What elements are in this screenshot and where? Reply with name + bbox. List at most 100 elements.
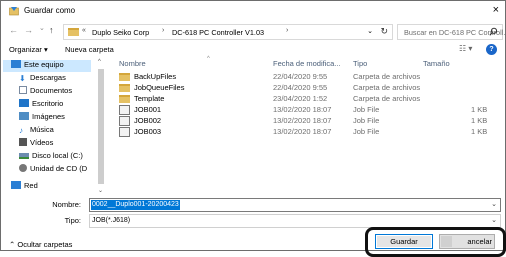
file-name: JOB001 <box>134 105 162 114</box>
file-name: JOB003 <box>134 127 162 136</box>
sidebar-item-descargas[interactable]: ⬇ Descargas <box>19 73 66 85</box>
filetype-value: JOB(*.J618) <box>92 217 131 224</box>
file-size: 1 KB <box>471 105 488 114</box>
file-type: Job File <box>353 116 380 125</box>
computer-icon <box>11 60 21 68</box>
up-arrow-icon[interactable]: ↑ <box>49 25 54 35</box>
file-row-backupfiles[interactable]: BackUpFiles 22/04/2020 9:55 Carpeta de a… <box>107 72 505 83</box>
videos-icon <box>19 138 27 146</box>
network-icon <box>11 181 21 189</box>
column-header-size[interactable]: Tamaño <box>423 59 450 71</box>
sidebar-item-label: Documentos <box>30 86 73 95</box>
filename-dropdown-icon[interactable]: ⌄ <box>491 200 497 208</box>
breadcrumb-overflow[interactable]: « <box>82 27 86 34</box>
file-type: Job File <box>353 127 380 136</box>
breadcrumb-separator: › <box>162 27 165 34</box>
filename-input[interactable]: 0002__Duplo001-20200423 ⌄ <box>89 198 501 212</box>
filetype-dropdown-icon[interactable]: ⌄ <box>491 216 497 224</box>
folder-icon <box>119 73 130 81</box>
music-icon: ♪ <box>19 126 23 135</box>
sidebar-item-videos[interactable]: Vídeos <box>19 138 53 150</box>
column-header-name[interactable]: Nombre <box>119 59 146 71</box>
column-header-type[interactable]: Tipo <box>353 59 367 71</box>
sidebar-item-unidad-cd[interactable]: Unidad de CD (D <box>19 164 87 176</box>
command-bar: Organizar ▾ Nueva carpeta ☷ ▾ ? <box>1 43 505 58</box>
file-date: 22/04/2020 9:55 <box>273 83 328 92</box>
sidebar-item-label: Unidad de CD (D <box>30 164 88 173</box>
filetype-select[interactable]: JOB(*.J618) ⌄ <box>89 214 501 228</box>
help-icon[interactable]: ? <box>486 44 497 55</box>
file-row-job003[interactable]: JOB003 13/02/2020 18:07 Job File 1 KB <box>107 127 505 138</box>
pictures-icon <box>19 112 29 120</box>
sidebar-item-label: Este equipo <box>24 60 64 69</box>
desktop-icon <box>19 99 29 107</box>
file-name: JOB002 <box>134 116 162 125</box>
file-type: Carpeta de archivos <box>353 72 421 81</box>
scroll-up-icon[interactable]: ^ <box>98 59 101 65</box>
filename-label: Nombre: <box>52 200 81 209</box>
job-file-icon <box>119 105 130 115</box>
file-type: Carpeta de archivos <box>353 83 421 92</box>
refresh-icon[interactable]: ↻ <box>380 26 388 37</box>
breadcrumb-separator: › <box>286 27 289 34</box>
recent-locations-chevron-icon[interactable]: ⌄ <box>39 24 45 32</box>
file-row-job001[interactable]: JOB001 13/02/2020 18:07 Job File 1 KB <box>107 105 505 116</box>
filename-selected-text: 0002__Duplo001-20200423 <box>91 200 180 210</box>
file-row-job002[interactable]: JOB002 13/02/2020 18:07 Job File 1 KB <box>107 116 505 127</box>
sidebar-item-red[interactable]: Red <box>11 181 38 193</box>
folder-icon <box>119 84 130 92</box>
address-dropdown-icon[interactable]: ⌄ <box>367 27 373 35</box>
column-header-date[interactable]: Fecha de modifica... <box>273 59 341 71</box>
job-file-icon <box>119 127 130 137</box>
title-bar: Guardar como × <box>1 1 505 21</box>
folder-icon <box>68 28 79 36</box>
address-bar[interactable]: « Duplo Seiko Corp › DC-618 PC Controlle… <box>63 24 393 40</box>
file-row-template[interactable]: Template 23/04/2020 1:52 Carpeta de arch… <box>107 94 505 105</box>
breadcrumb-dc618[interactable]: DC-618 PC Controller V1.03 <box>172 28 264 37</box>
scroll-down-icon[interactable]: ⌄ <box>98 187 103 194</box>
sidebar-item-disco-local[interactable]: Disco local (C:) <box>19 151 83 163</box>
folder-icon <box>119 95 130 103</box>
file-name: JobQueueFiles <box>134 83 185 92</box>
sidebar-item-escritorio[interactable]: Escritorio <box>19 99 63 111</box>
sidebar-item-label: Descargas <box>30 73 66 82</box>
file-date: 23/04/2020 1:52 <box>273 94 328 103</box>
file-date: 13/02/2020 18:07 <box>273 116 332 125</box>
search-icon[interactable] <box>489 27 498 36</box>
sidebar-item-label: Red <box>24 181 38 190</box>
view-options-button[interactable]: ☷ ▾ <box>459 44 472 53</box>
breadcrumb-duplo-seiko[interactable]: Duplo Seiko Corp <box>92 28 149 37</box>
navigation-scrollbar[interactable]: ^ ⌄ <box>97 59 105 196</box>
file-type: Carpeta de archivos <box>353 94 421 103</box>
file-name: Template <box>134 94 165 103</box>
save-dialog-icon <box>9 7 19 16</box>
cd-drive-icon <box>19 164 27 172</box>
save-as-dialog: Guardar como × ← → ⌄ ↑ « Duplo Seiko Cor… <box>0 0 506 257</box>
sidebar-item-este-equipo[interactable]: Este equipo <box>3 60 91 72</box>
filetype-label: Tipo: <box>64 216 81 225</box>
forward-arrow-icon[interactable]: → <box>24 25 33 35</box>
highlight-callout <box>365 227 506 257</box>
download-icon: ⬇ <box>19 74 26 83</box>
sidebar-item-musica[interactable]: ♪ Música <box>19 125 54 137</box>
organize-menu-button[interactable]: Organizar ▾ <box>9 45 48 54</box>
sidebar-item-label: Vídeos <box>30 138 54 147</box>
scrollbar-thumb[interactable] <box>98 69 104 184</box>
hide-folders-toggle[interactable]: ⌃ Ocultar carpetas <box>9 240 72 249</box>
navigation-pane: Este equipo ⬇ Descargas Documentos Escrit… <box>1 59 95 196</box>
sidebar-item-label: Imágenes <box>32 112 65 121</box>
sidebar-item-documentos[interactable]: Documentos <box>19 86 72 98</box>
job-file-icon <box>119 116 130 126</box>
file-date: 13/02/2020 18:07 <box>273 105 332 114</box>
documents-icon <box>19 86 27 94</box>
sidebar-item-label: Escritorio <box>32 99 64 108</box>
file-size: 1 KB <box>471 127 488 136</box>
close-button[interactable]: × <box>493 4 499 16</box>
back-arrow-icon[interactable]: ← <box>9 25 18 35</box>
search-box[interactable]: Buscar en DC-618 PC Controll... <box>397 24 506 40</box>
sidebar-item-label: Música <box>30 125 54 134</box>
file-type: Job File <box>353 105 380 114</box>
sidebar-item-imagenes[interactable]: Imágenes <box>19 112 65 124</box>
new-folder-button[interactable]: Nueva carpeta <box>65 45 114 54</box>
file-row-jobqueuefiles[interactable]: JobQueueFiles 22/04/2020 9:55 Carpeta de… <box>107 83 505 94</box>
